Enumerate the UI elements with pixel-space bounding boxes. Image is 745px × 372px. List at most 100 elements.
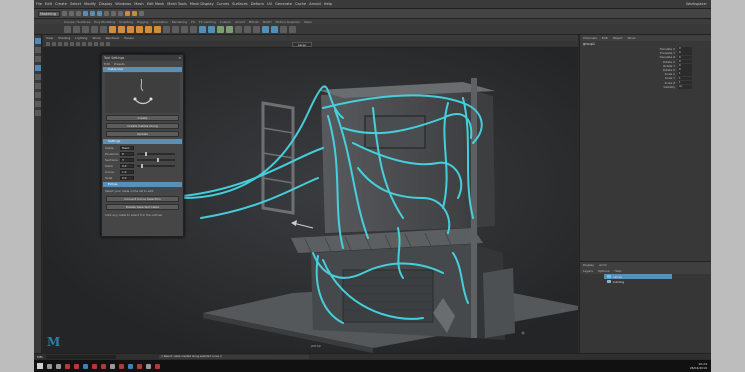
app-icon[interactable] [65,363,70,369]
search-icon[interactable] [47,363,52,369]
shelf-extrude-icon[interactable] [190,25,197,33]
shelf-arc-icon[interactable] [100,25,107,33]
snap-grid-icon[interactable] [104,11,109,16]
tool-menu-edit[interactable]: Edit [104,62,110,66]
shelf-tab-bifrost[interactable]: Bifrost [249,20,259,24]
xray-icon[interactable] [106,42,110,46]
shelf-pencil-icon[interactable] [91,25,98,33]
shelf-tab-custom[interactable]: Custom [220,20,232,24]
create-cables-along-button[interactable]: Create Cables Along [106,123,179,129]
shelf-tab-arnold[interactable]: Arnold [235,20,245,24]
scale-tool-icon[interactable] [35,83,41,89]
app-icon[interactable] [155,363,160,369]
select-tool-icon[interactable] [35,38,41,44]
maya-app-icon[interactable] [83,363,88,369]
shelf-rebuild-icon[interactable] [253,25,260,33]
vp-menu-renderer[interactable]: Renderer [106,36,120,40]
app-icon[interactable] [119,363,124,369]
shelf-tab-motion-graphics[interactable]: Motion Graphics [275,20,299,24]
channel-value[interactable]: 0 [678,51,692,56]
shelf-cone-icon[interactable] [136,25,143,33]
snap-curve-icon[interactable] [111,11,116,16]
setting-slider[interactable] [137,152,175,156]
shelf-torus-icon[interactable] [154,25,161,33]
select-component-icon[interactable] [97,11,102,16]
menu-uv[interactable]: UV [267,2,272,6]
channel-value[interactable]: 0 [678,55,692,60]
bookmark-icon[interactable] [52,42,56,46]
lights-icon[interactable] [94,42,98,46]
section-extras[interactable]: Extras [103,182,182,187]
convert-curve-selection-button[interactable]: Convert Curve Selection [106,196,179,202]
menu-edit[interactable]: Edit [45,2,52,6]
shelf-attach-icon[interactable] [235,25,242,33]
app-icon[interactable] [128,363,133,369]
vp-menu-view[interactable]: View [46,36,53,40]
menu-modify[interactable]: Modify [84,2,96,6]
menu-select[interactable]: Select [70,2,81,6]
channel-row[interactable]: Visibility on [580,85,711,89]
shelf-offset-icon[interactable] [289,25,296,33]
layer-menu-help[interactable]: Help [615,269,622,273]
film-gate-icon[interactable] [70,42,74,46]
menu-edit-mesh[interactable]: Edit Mesh [147,2,165,6]
layout-four-icon[interactable] [35,101,41,107]
move-tool-icon[interactable] [35,65,41,71]
setting-field[interactable]: 8 [120,152,134,156]
shelf-tab-xgen[interactable]: XGen [304,20,312,24]
tool-menu-presets[interactable]: Presets [114,62,125,66]
shelf-tab-fx-caching[interactable]: FX Caching [199,20,216,24]
grid-icon[interactable] [64,42,68,46]
layer-tab-display[interactable]: Display [583,263,594,267]
menu-file[interactable]: File [36,2,42,6]
cb-menu-edit[interactable]: Edit [602,36,608,40]
open-scene-icon[interactable] [69,11,74,16]
shelf-revolve-icon[interactable] [163,25,170,33]
setting-field[interactable]: Mesh [120,146,134,150]
channel-value[interactable]: 1 [678,76,692,81]
setting-field[interactable]: 0.0 [120,176,134,180]
menu-generate[interactable]: Generate [275,2,292,6]
snap-point-icon[interactable] [118,11,123,16]
delete-selected-cable-button[interactable]: Delete Selected Cable [106,204,179,210]
channel-value[interactable]: 1 [678,80,692,85]
shelf-tab-curves[interactable]: Curves / Surfaces [64,20,90,24]
command-input[interactable] [46,354,117,359]
render-settings-icon[interactable] [139,11,144,16]
setting-slider[interactable] [137,164,175,168]
channel-value[interactable]: on [678,84,692,89]
render-icon[interactable] [125,11,130,16]
task-view-icon[interactable] [56,363,61,369]
shelf-cable-tool-icon[interactable] [262,25,269,33]
app-icon[interactable] [146,363,151,369]
shelf-cylinder-icon[interactable] [127,25,134,33]
rotate-tool-icon[interactable] [35,74,41,80]
layer-tab-anim[interactable]: Anim [599,263,607,267]
layout-split-icon[interactable] [35,110,41,116]
smooth-shade-icon[interactable] [82,42,86,46]
start-icon[interactable] [37,363,43,369]
shelf-detach-icon[interactable] [244,25,251,33]
layer-menu-layers[interactable]: Layers [583,269,593,273]
shelf-birail-icon[interactable] [208,25,215,33]
shelf-ep-curve-icon[interactable] [73,25,80,33]
camera-attr-icon[interactable] [46,42,50,46]
shelf-boundary-icon[interactable] [217,25,224,33]
layer-row[interactable]: building [604,279,711,284]
shelf-tab-poly[interactable]: Poly Modeling [94,20,115,24]
shelf-square-icon[interactable] [226,25,233,33]
close-icon[interactable]: ✕ [178,56,181,60]
menu-mesh-tools[interactable]: Mesh Tools [167,2,186,6]
paint-select-icon[interactable] [35,56,41,62]
select-hierarchy-icon[interactable] [83,11,88,16]
mel-label[interactable]: MEL [37,355,43,359]
menu-create[interactable]: Create [55,2,67,6]
app-icon[interactable] [74,363,79,369]
save-scene-icon[interactable] [76,11,81,16]
shelf-cable-edit-icon[interactable] [271,25,278,33]
shelf-bezier-icon[interactable] [82,25,89,33]
menu-set-dropdown[interactable]: Modeling [38,10,60,17]
shelf-planar-icon[interactable] [181,25,188,33]
lasso-tool-icon[interactable] [35,47,41,53]
menu-display[interactable]: Display [99,2,112,6]
